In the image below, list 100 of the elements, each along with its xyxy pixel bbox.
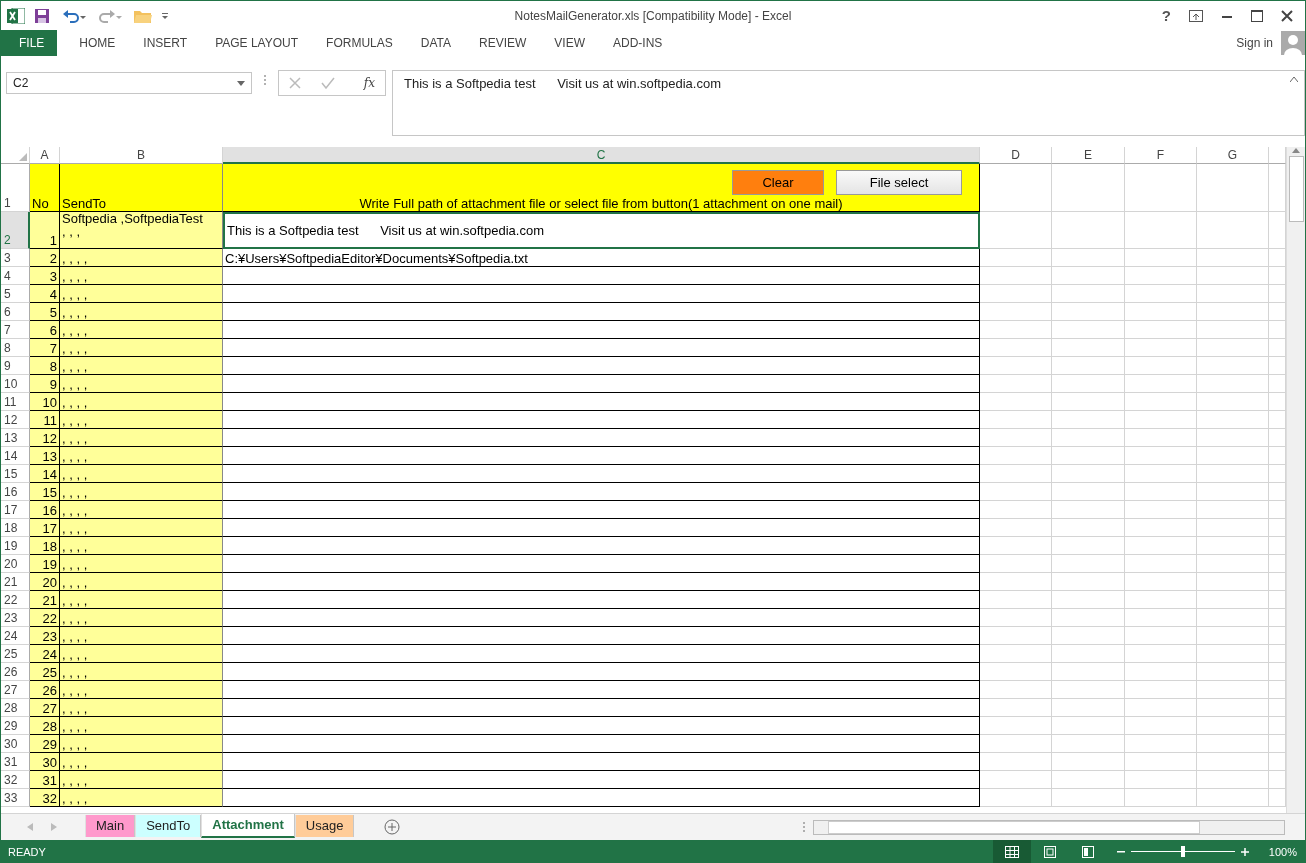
table-cell	[980, 411, 1052, 429]
table-cell	[1197, 645, 1269, 663]
zoom-in-icon[interactable]	[1240, 847, 1249, 856]
table-cell: , , , ,	[60, 483, 223, 501]
sheet-tab[interactable]: Main	[85, 814, 136, 837]
scroll-thumb[interactable]	[1288, 156, 1304, 222]
table-cell	[1125, 627, 1197, 645]
table-cell: 28	[30, 717, 60, 735]
table-cell	[980, 681, 1052, 699]
ribbon-tab[interactable]: VIEW	[540, 30, 599, 56]
table-cell	[1197, 285, 1269, 303]
table-cell: 19	[30, 555, 60, 573]
table-cell	[1125, 573, 1197, 591]
table-cell: 30	[30, 753, 60, 771]
table-cell	[1125, 717, 1197, 735]
page-break-icon[interactable]	[1081, 845, 1094, 858]
undo-icon[interactable]	[62, 7, 86, 24]
column-header[interactable]: F	[1125, 147, 1197, 164]
table-cell: 10	[30, 393, 60, 411]
name-box[interactable]: C2	[6, 72, 252, 94]
table-cell: SendTo	[60, 164, 223, 212]
table-cell: , , , ,	[60, 249, 223, 267]
table-cell	[1197, 537, 1269, 555]
column-header[interactable]: G	[1197, 147, 1269, 164]
sign-in-link[interactable]: Sign in	[1236, 36, 1273, 50]
table-cell: , , , ,	[60, 717, 223, 735]
sheet-tab[interactable]: Usage	[294, 814, 355, 837]
table-cell	[1125, 501, 1197, 519]
zoom-slider-thumb[interactable]	[1180, 846, 1185, 857]
column-header[interactable]: B	[60, 147, 223, 164]
table-cell	[1125, 447, 1197, 465]
formula-input[interactable]: This is a Softpedia test Visit us at win.softpedia.com	[392, 70, 1305, 136]
column-header[interactable]: A	[30, 147, 60, 164]
column-header[interactable]: D	[980, 147, 1052, 164]
customize-caret-icon[interactable]	[161, 11, 169, 20]
table-cell: , , , ,	[60, 501, 223, 519]
table-cell: 20	[30, 573, 60, 591]
ribbon-tab[interactable]: REVIEW	[465, 30, 541, 56]
ribbon-tab[interactable]: INSERT	[129, 30, 202, 56]
table-cell: , , , ,	[60, 681, 223, 699]
scroll-up-icon[interactable]	[1292, 147, 1300, 153]
column-header[interactable]: C	[223, 147, 980, 164]
table-cell: Softpedia ,SoftpediaTest , , ,	[60, 212, 223, 249]
ribbon-display-icon[interactable]	[1189, 9, 1203, 22]
table-cell: , , , ,	[60, 447, 223, 465]
sheet-tab[interactable]: SendTo	[135, 814, 202, 837]
normal-view-icon[interactable]	[1004, 845, 1019, 858]
table-cell: , , , ,	[60, 303, 223, 321]
clear-button[interactable]: Clear	[732, 170, 824, 195]
table-cell: , , , ,	[60, 375, 223, 393]
table-cell	[980, 771, 1052, 789]
column-heading: Write Full path of attachment file or select file from button(1 attachment on one mail)	[358, 196, 844, 211]
table-cell: , , , ,	[60, 663, 223, 681]
ribbon-tab[interactable]: DATA	[406, 30, 465, 56]
table-cell	[1125, 681, 1197, 699]
maximize-icon[interactable]	[1251, 9, 1263, 22]
horizontal-scrollbar[interactable]	[813, 819, 1285, 835]
table-cell	[1125, 663, 1197, 681]
ribbon-tab[interactable]: PAGE LAYOUT	[201, 30, 313, 56]
file-select-button[interactable]: File select	[836, 170, 962, 195]
table-cell	[1125, 609, 1197, 627]
table-cell	[980, 555, 1052, 573]
close-icon[interactable]	[1281, 9, 1293, 22]
table-cell: 13	[30, 447, 60, 465]
table-cell	[980, 645, 1052, 663]
table-cell	[980, 303, 1052, 321]
ribbon-tab[interactable]: FORMULAS	[312, 30, 407, 56]
excel-logo-icon	[7, 7, 25, 24]
table-cell: 29	[30, 735, 60, 753]
collapse-caret-icon[interactable]	[1290, 77, 1298, 82]
row-header[interactable]: 2	[1, 212, 30, 249]
table-cell	[1125, 375, 1197, 393]
table-cell: 15	[30, 483, 60, 501]
column-header[interactable]: E	[1052, 147, 1125, 164]
help-button[interactable]: ?	[1161, 7, 1171, 24]
table-cell	[1197, 164, 1269, 212]
file-tab[interactable]: FILE	[1, 30, 58, 56]
table-cell: 11	[30, 411, 60, 429]
save-icon[interactable]	[34, 7, 50, 24]
table-cell	[1125, 771, 1197, 789]
sheet-tab[interactable]: Attachment	[201, 813, 295, 838]
table-cell	[980, 663, 1052, 681]
table-cell	[1197, 267, 1269, 285]
dropdown-caret-icon[interactable]	[237, 80, 245, 86]
table-cell	[1125, 212, 1197, 249]
table-cell	[980, 789, 1052, 807]
table-cell: , , , ,	[60, 537, 223, 555]
table-cell: 12	[30, 429, 60, 447]
ribbon-tab[interactable]: HOME	[65, 30, 130, 56]
table-cell	[1125, 537, 1197, 555]
page-layout-icon[interactable]	[1043, 845, 1056, 858]
insert-function-button[interactable]: fx	[363, 76, 375, 90]
table-cell	[980, 357, 1052, 375]
add-sheet-icon[interactable]	[384, 819, 401, 835]
ribbon-tab[interactable]: ADD-INS	[599, 30, 677, 56]
zoom-level[interactable]: 100%	[1268, 845, 1297, 858]
table-cell	[1197, 357, 1269, 375]
table-cell	[1197, 429, 1269, 447]
table-cell	[1125, 303, 1197, 321]
table-cell: 4	[30, 285, 60, 303]
